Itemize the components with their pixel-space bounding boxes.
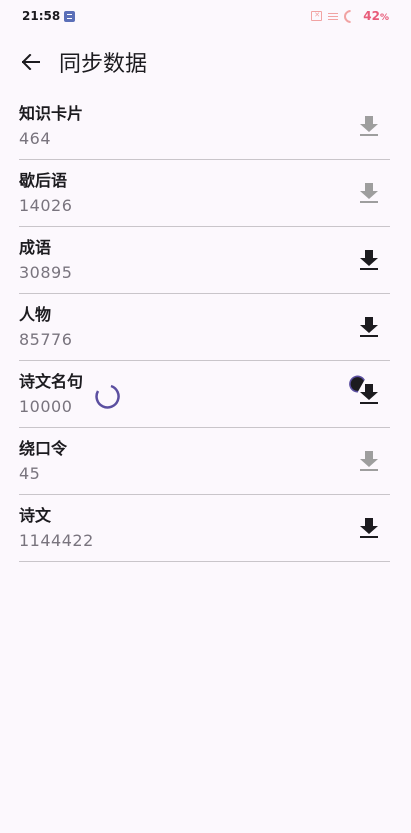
list-item-text: 歇后语 14026	[19, 168, 72, 218]
list-item-title: 歇后语	[19, 171, 68, 190]
list-item-text: 知识卡片 464	[19, 101, 83, 151]
download-icon	[360, 317, 378, 337]
notification-icon	[64, 10, 76, 22]
download-button	[347, 104, 391, 148]
list-item-title: 诗文名句	[19, 372, 84, 391]
list-item-count: 14026	[19, 196, 73, 215]
sim-off-icon	[311, 11, 323, 21]
battery-unit: %	[379, 13, 389, 23]
list-item: 绕口令 45	[19, 428, 390, 495]
loading-spinner	[95, 384, 120, 409]
app-bar: 同步数据	[0, 40, 411, 84]
download-icon	[360, 116, 378, 136]
list-item-title: 人物	[19, 305, 52, 324]
list-item-count: 1144422	[19, 531, 94, 550]
list-item-text: 成语 30895	[19, 235, 72, 285]
list-item: 诗文 1144422	[19, 495, 390, 562]
list-item-text: 诗文名句 10000	[19, 369, 83, 419]
download-icon	[360, 183, 378, 203]
status-left: 21:58	[22, 9, 76, 23]
download-button[interactable]	[347, 506, 391, 550]
status-time: 21:58	[22, 9, 61, 23]
list-item-count: 464	[19, 129, 52, 148]
download-button	[347, 439, 391, 483]
list-item-count: 85776	[19, 330, 73, 349]
list-item: 人物 85776	[19, 294, 390, 361]
list-item-count: 30895	[19, 263, 73, 282]
wifi-icon	[328, 11, 339, 21]
list-item: 歇后语 14026	[19, 160, 390, 227]
list-item-count: 10000	[19, 397, 73, 416]
status-right: 42%	[311, 6, 389, 26]
sync-list: 知识卡片 464 歇后语 14026 成语 30895 人物 85776 诗文名句 10000 绕口…	[19, 93, 390, 562]
download-button	[347, 171, 391, 215]
list-item-title: 诗文	[19, 506, 52, 525]
list-item-title: 知识卡片	[19, 104, 84, 123]
back-button[interactable]	[9, 40, 53, 84]
list-item: 知识卡片 464	[19, 93, 390, 160]
download-icon	[360, 518, 378, 538]
download-icon	[360, 451, 378, 471]
download-progress-ring	[349, 375, 365, 393]
battery-value: 42	[363, 9, 380, 23]
list-item: 成语 30895	[19, 227, 390, 294]
battery-ring-icon	[341, 6, 360, 26]
download-button[interactable]	[347, 238, 391, 282]
list-item-title: 绕口令	[19, 439, 68, 458]
list-item-text: 人物 85776	[19, 302, 72, 352]
download-button[interactable]	[347, 305, 391, 349]
list-item: 诗文名句 10000	[19, 361, 390, 428]
download-button[interactable]	[347, 372, 391, 416]
arrow-left-icon	[22, 54, 40, 70]
list-item-title: 成语	[19, 238, 52, 257]
list-item-text: 诗文 1144422	[19, 503, 94, 553]
download-icon	[360, 250, 378, 270]
list-item-text: 绕口令 45	[19, 436, 67, 486]
page-title: 同步数据	[59, 52, 148, 77]
battery-level: 42%	[363, 9, 389, 23]
list-item-count: 45	[19, 464, 41, 483]
status-bar: 21:58 42%	[0, 0, 411, 32]
